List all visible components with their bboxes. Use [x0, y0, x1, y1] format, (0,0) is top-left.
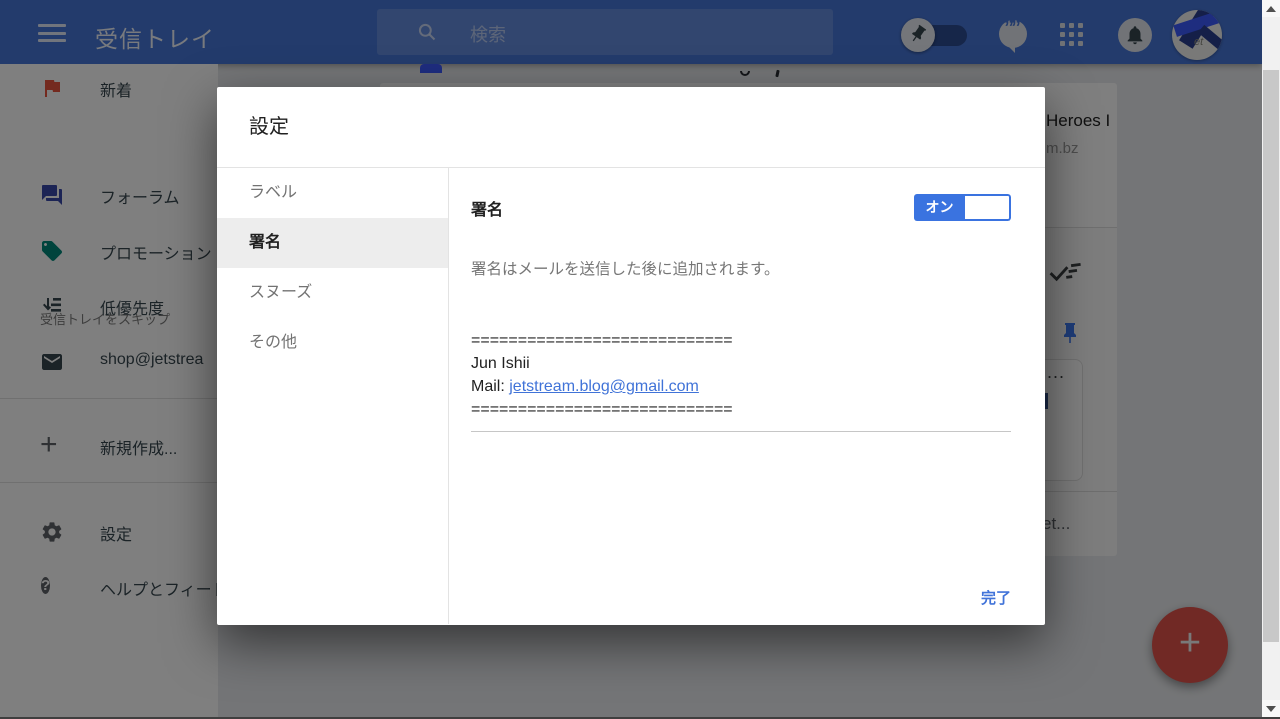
scroll-up-arrow[interactable] [1262, 0, 1280, 17]
signature-heading: 署名 [471, 196, 503, 220]
signature-editor[interactable]: ============================ Jun Ishii M… [471, 329, 1011, 432]
signature-line: ============================ [471, 329, 1011, 352]
scrollbar-thumb[interactable] [1263, 70, 1279, 642]
signature-field-underline [471, 431, 1011, 432]
signature-on-toggle[interactable]: オン [914, 194, 1011, 221]
dialog-header: 設定 [217, 87, 1045, 168]
settings-nav: ラベル 署名 スヌーズ その他 [217, 168, 449, 624]
signature-mail-line: Mail: jetstream.blog@gmail.com [471, 375, 1011, 398]
toggle-on-label: オン [914, 194, 965, 221]
signature-name: Jun Ishii [471, 352, 1011, 375]
nav-item-snooze[interactable]: スヌーズ [217, 268, 448, 318]
nav-item-signature[interactable]: 署名 [217, 218, 448, 268]
signature-description: 署名はメールを送信した後に追加されます。 [471, 257, 1011, 279]
signature-settings-panel: 署名 オン 署名はメールを送信した後に追加されます。 =============… [449, 168, 1045, 624]
signature-email-link[interactable]: jetstream.blog@gmail.com [509, 378, 699, 395]
app-screen: 受信トレイ 検索 ”” et 新着 フォーラム [0, 0, 1280, 719]
dialog-title: 設定 [249, 87, 1045, 168]
signature-line: ============================ [471, 398, 1011, 421]
nav-item-labels[interactable]: ラベル [217, 168, 448, 218]
browser-scrollbar[interactable] [1262, 0, 1280, 719]
done-button[interactable]: 完了 [981, 587, 1011, 608]
scroll-down-arrow[interactable] [1262, 700, 1280, 717]
toggle-off-segment [965, 194, 1011, 221]
settings-dialog: 設定 ラベル 署名 スヌーズ その他 署名 オン 署名はメールを送信した後に追加… [217, 87, 1045, 625]
nav-item-other[interactable]: その他 [217, 318, 448, 368]
